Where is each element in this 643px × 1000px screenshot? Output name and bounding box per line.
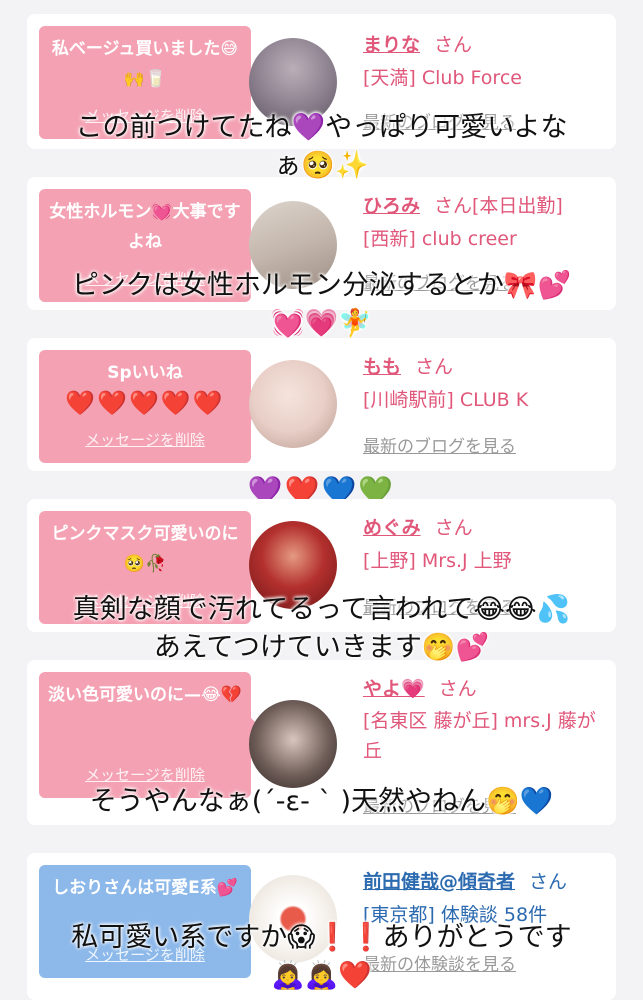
caption-text: ぁ🥺✨ — [274, 150, 369, 181]
message-text: 私ベージュ買いました😅🙌🥛 — [51, 39, 239, 89]
honorific: さん — [438, 678, 477, 700]
hearts-text: ❤️❤️❤️❤️❤️ — [65, 389, 225, 417]
shop-name[interactable]: [西新] club creer — [363, 224, 517, 254]
shop-name[interactable]: [川崎駅前] CLUB K — [363, 385, 528, 415]
girl-name-link[interactable]: めぐみ — [363, 517, 421, 539]
caption-text: あえてつけていきます🤭💕 — [153, 632, 490, 663]
name-line: ひろみ さん[本日出勤] — [363, 191, 563, 218]
honorific: さん — [415, 356, 454, 378]
name-line: まりな さん — [363, 30, 472, 57]
caption-text: 🙇‍♀️🙇‍♀️❤️ — [271, 960, 372, 991]
shop-name[interactable]: [天満] Club Force — [363, 63, 522, 93]
shop-name[interactable]: [上野] Mrs.J 上野 — [363, 546, 512, 576]
caption-text: 真剣な顔で汚れてるって言われて😂😂💦 — [72, 594, 571, 625]
name-line: めぐみ さん — [363, 513, 473, 540]
message-text: 女性ホルモン💓大事ですよね — [49, 202, 241, 252]
latest-blog-link[interactable]: 最新のブログを見る — [363, 432, 516, 457]
girl-name-link[interactable]: やよ💗 — [363, 678, 425, 700]
message-text: しおりさんは可愛E系💕 — [52, 878, 238, 898]
message-bubble: 淡い色可愛いのに—😂💔 メッセージを削除 — [39, 672, 263, 798]
reviewer-name-link[interactable]: 前田健哉@傾奇者 — [363, 871, 515, 893]
message-text: Spいいね — [107, 363, 183, 383]
message-text: ピンクマスク可愛いのに🥺🥀 — [51, 524, 239, 574]
girl-name-link[interactable]: もも — [363, 356, 401, 378]
honorific: さん — [434, 34, 473, 56]
message-text: 淡い色可愛いのに—😂💔 — [47, 685, 243, 705]
shop-name[interactable]: [名東区 藤が丘] mrs.J 藤が丘 — [363, 706, 603, 766]
honorific: さん[本日出勤] — [434, 195, 563, 217]
name-line: もも さん — [363, 352, 453, 379]
girl-name-link[interactable]: ひろみ — [363, 195, 420, 217]
caption-text: そうやんなぁ(´-ε- ` )天然やねん🤭💙 — [89, 786, 554, 817]
delete-message-link[interactable]: メッセージを削除 — [39, 425, 251, 455]
honorific: さん — [434, 517, 473, 539]
caption-text: ピンクは女性ホルモン分泌するとか🎀💕 — [71, 270, 572, 301]
honorific: さん — [529, 871, 568, 893]
message-bubble: Spいいね ❤️❤️❤️❤️❤️ メッセージを削除 — [39, 350, 263, 463]
girl-name-link[interactable]: まりな — [363, 34, 420, 56]
caption-text: 💓💗🧚 — [271, 308, 372, 339]
message-card: Spいいね ❤️❤️❤️❤️❤️ メッセージを削除 もも さん [川崎駅前] CL… — [27, 338, 616, 471]
avatar[interactable] — [249, 360, 337, 448]
avatar[interactable] — [249, 700, 337, 788]
caption-text: 私可愛い系ですか😱❗️❗️ありがとうです — [71, 922, 572, 953]
name-line: やよ💗 さん — [363, 674, 477, 701]
name-line: 前田健哉@傾奇者 さん — [363, 867, 567, 894]
caption-text: この前つけてたね💜やっぱり可愛いよな — [75, 112, 568, 143]
